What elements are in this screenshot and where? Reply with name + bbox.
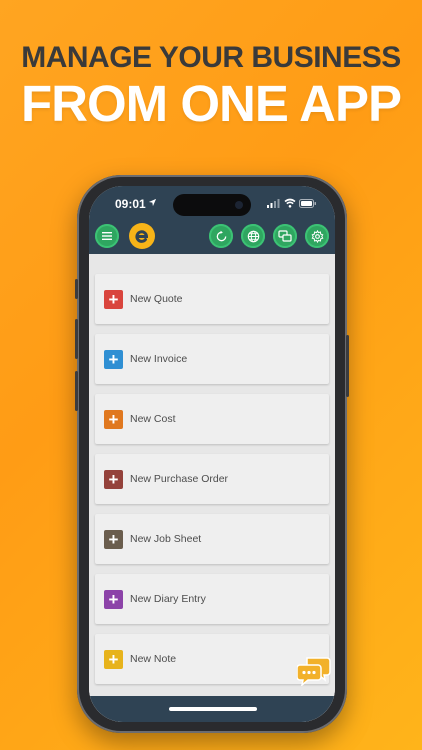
menu-icon xyxy=(102,232,112,240)
plus-icon: + xyxy=(104,409,123,429)
home-indicator[interactable] xyxy=(169,707,257,711)
new-quote-label: New Quote xyxy=(130,293,183,305)
phone-action-button xyxy=(75,279,78,299)
globe-icon xyxy=(247,230,259,242)
new-diary-entry-label: New Diary Entry xyxy=(130,593,206,605)
new-invoice-button[interactable]: + New Invoice xyxy=(95,334,329,384)
new-note-label: New Note xyxy=(130,653,177,665)
new-diary-entry-button[interactable]: + New Diary Entry xyxy=(95,574,329,624)
new-quote-button[interactable]: + New Quote xyxy=(95,274,329,324)
quick-actions-list: + New Quote + New Invoice + New Cost + N… xyxy=(89,254,335,722)
hero-line-1: MANAGE YOUR BUSINESS xyxy=(21,41,401,74)
signal-icon xyxy=(267,199,280,208)
dynamic-island xyxy=(173,194,251,216)
plus-icon: + xyxy=(104,469,123,489)
phone-volume-up-button xyxy=(75,319,78,359)
menu-button[interactable] xyxy=(95,224,119,248)
app-header: 09:01 xyxy=(89,186,335,254)
app-logo-button[interactable] xyxy=(129,223,155,249)
app-logo-icon xyxy=(135,230,149,243)
refresh-button[interactable] xyxy=(209,224,233,248)
status-time: 09:01 xyxy=(115,197,146,211)
hero-headline: MANAGE YOUR BUSINESS FROM ONE APP xyxy=(0,40,422,132)
plus-icon: + xyxy=(104,349,123,369)
wifi-icon xyxy=(284,198,296,208)
new-note-button[interactable]: + New Note xyxy=(95,634,329,684)
new-cost-label: New Cost xyxy=(130,413,176,425)
settings-button[interactable] xyxy=(305,224,329,248)
chat-bubbles-icon[interactable] xyxy=(297,656,331,686)
new-cost-button[interactable]: + New Cost xyxy=(95,394,329,444)
phone-volume-down-button xyxy=(75,371,78,411)
location-arrow-icon xyxy=(148,198,157,207)
hero-line-2: FROM ONE APP xyxy=(21,75,402,132)
new-purchase-order-button[interactable]: + New Purchase Order xyxy=(95,454,329,504)
battery-icon xyxy=(299,199,316,208)
phone-frame: 09:01 + New Quote + New Invoice + New Co… xyxy=(75,175,349,733)
plus-icon: + xyxy=(104,589,123,609)
phone-power-button xyxy=(346,335,349,397)
new-job-sheet-label: New Job Sheet xyxy=(130,533,202,545)
new-purchase-order-label: New Purchase Order xyxy=(130,473,229,485)
messages-icon xyxy=(278,229,292,242)
phone-screen: 09:01 + New Quote + New Invoice + New Co… xyxy=(89,186,335,722)
plus-icon: + xyxy=(104,649,123,669)
new-invoice-label: New Invoice xyxy=(130,353,188,365)
camera-icon xyxy=(235,201,243,209)
plus-icon: + xyxy=(104,289,123,309)
messages-button[interactable] xyxy=(273,224,297,248)
web-button[interactable] xyxy=(241,224,265,248)
settings-icon xyxy=(311,229,323,243)
plus-icon: + xyxy=(104,529,123,549)
refresh-icon xyxy=(216,230,226,241)
new-job-sheet-button[interactable]: + New Job Sheet xyxy=(95,514,329,564)
